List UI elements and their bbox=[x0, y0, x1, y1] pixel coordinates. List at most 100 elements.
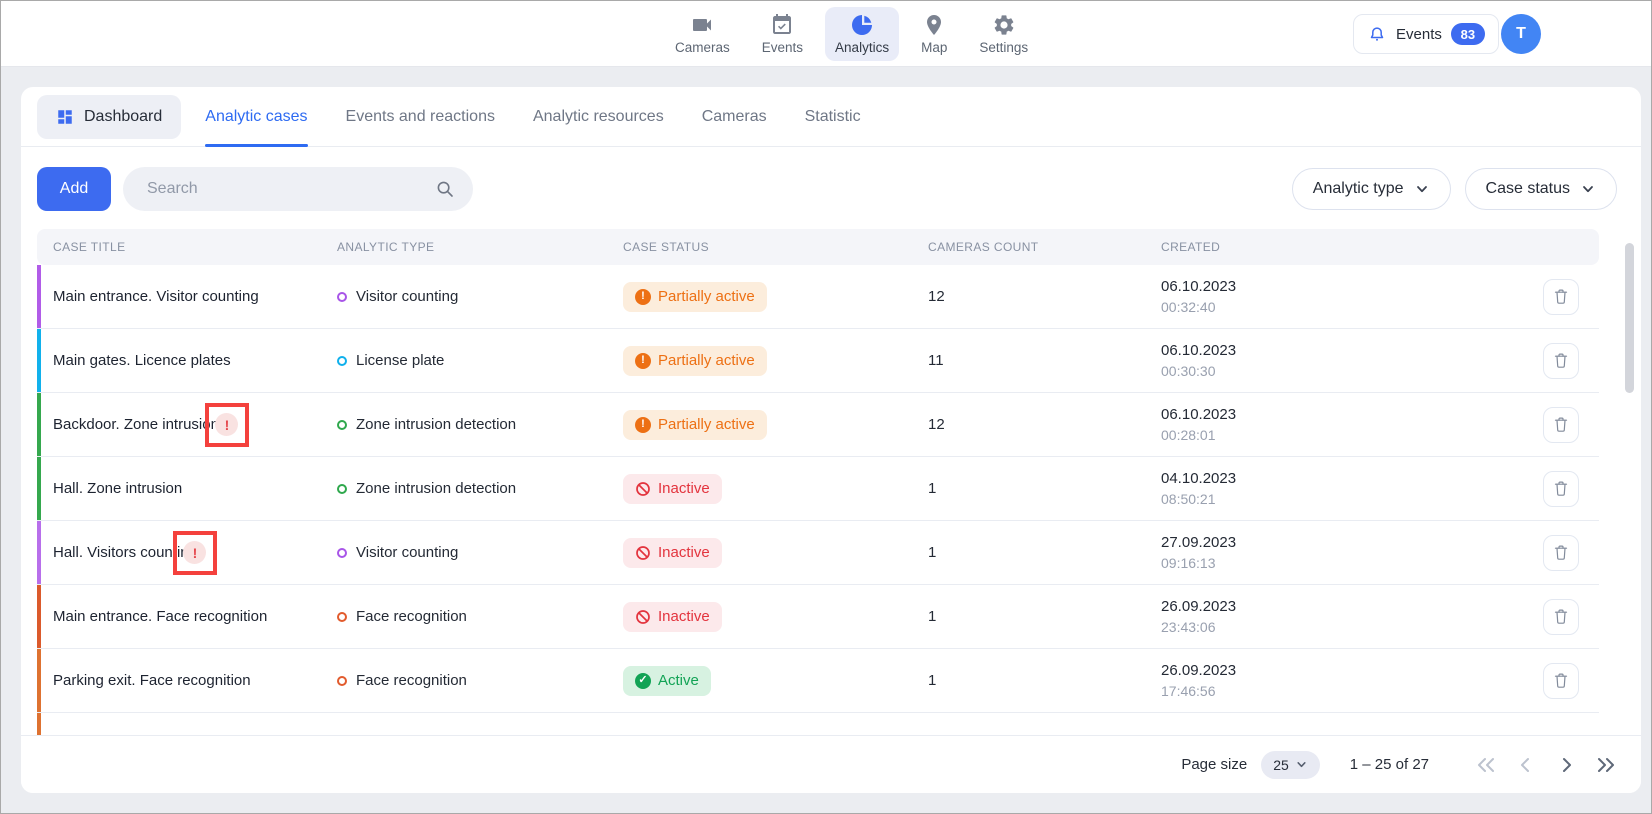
header-cameras-count: CAMERAS COUNT bbox=[904, 240, 1149, 254]
dashboard-grid-icon bbox=[56, 108, 74, 126]
user-avatar[interactable]: T bbox=[1501, 14, 1541, 54]
nav-label: Analytics bbox=[835, 40, 889, 55]
chevron-down-icon bbox=[1295, 758, 1308, 771]
warning-icon: ! bbox=[635, 289, 651, 305]
search-input[interactable] bbox=[123, 167, 473, 211]
delete-button[interactable] bbox=[1543, 535, 1579, 571]
trash-icon bbox=[1553, 672, 1569, 689]
created-date: 26.09.2023 bbox=[1161, 660, 1399, 681]
analytic-type-label: Face recognition bbox=[356, 608, 467, 625]
case-title: Main entrance. Visitor counting bbox=[53, 288, 259, 305]
chevron-down-icon bbox=[1414, 181, 1430, 197]
search-icon[interactable] bbox=[435, 179, 455, 199]
events-count-badge: 83 bbox=[1451, 23, 1485, 45]
tab-cameras[interactable]: Cameras bbox=[702, 87, 767, 147]
cameras-count: 11 bbox=[904, 352, 1149, 369]
trash-icon bbox=[1553, 352, 1569, 369]
analytic-type-dot bbox=[337, 356, 347, 366]
created-date: 27.09.2023 bbox=[1161, 532, 1399, 553]
blocked-icon bbox=[635, 481, 651, 497]
tab-analytic-resources[interactable]: Analytic resources bbox=[533, 87, 664, 147]
delete-button[interactable] bbox=[1543, 599, 1579, 635]
trash-icon bbox=[1553, 416, 1569, 433]
created-time: 09:16:13 bbox=[1161, 553, 1399, 573]
next-page-icon[interactable] bbox=[1555, 754, 1577, 776]
trash-icon bbox=[1553, 288, 1569, 305]
warning-icon: ! bbox=[635, 417, 651, 433]
cameras-count: 1 bbox=[904, 480, 1149, 497]
analytic-type-dot bbox=[337, 484, 347, 494]
nav-label: Cameras bbox=[675, 40, 730, 55]
table-row[interactable]: Parking exit. Face recognition Face reco… bbox=[37, 649, 1599, 713]
nav-item-analytics[interactable]: Analytics bbox=[825, 7, 899, 61]
nav-item-map[interactable]: Map bbox=[911, 7, 957, 61]
warning-icon: ! bbox=[635, 353, 651, 369]
created-time: 00:28:01 bbox=[1161, 425, 1399, 445]
analytic-type-dot bbox=[337, 292, 347, 302]
table-row[interactable]: Hall. Visitors counting ! Visitor counti… bbox=[37, 521, 1599, 585]
delete-button[interactable] bbox=[1543, 663, 1579, 699]
nav-item-settings[interactable]: Settings bbox=[969, 7, 1038, 61]
analytic-type-filter[interactable]: Analytic type bbox=[1292, 168, 1451, 210]
status-label: Partially active bbox=[658, 416, 755, 433]
dashboard-button[interactable]: Dashboard bbox=[37, 95, 181, 139]
case-color-bar bbox=[37, 713, 41, 735]
table-row[interactable]: Backdoor. Zone intrusion ! Zone intrusio… bbox=[37, 393, 1599, 457]
nav-label: Settings bbox=[979, 40, 1028, 55]
delete-button[interactable] bbox=[1543, 407, 1579, 443]
table-row[interactable]: Hall. Zone intrusion Zone intrusion dete… bbox=[37, 457, 1599, 521]
delete-button[interactable] bbox=[1543, 343, 1579, 379]
map-pin-icon bbox=[922, 13, 946, 37]
last-page-icon[interactable] bbox=[1595, 754, 1617, 776]
add-button[interactable]: Add bbox=[37, 167, 111, 211]
first-page-icon[interactable] bbox=[1475, 754, 1497, 776]
tab-analytic-cases[interactable]: Analytic cases bbox=[205, 87, 307, 147]
vertical-scrollbar-thumb[interactable] bbox=[1625, 243, 1634, 393]
tab-events-and-reactions[interactable]: Events and reactions bbox=[346, 87, 495, 147]
blocked-icon bbox=[635, 609, 651, 625]
delete-button[interactable] bbox=[1543, 279, 1579, 315]
created-date: 06.10.2023 bbox=[1161, 340, 1399, 361]
created-date: 04.10.2023 bbox=[1161, 468, 1399, 489]
table-row[interactable]: Main entrance. Face recognition Face rec… bbox=[37, 585, 1599, 649]
content-card: Dashboard Analytic cases Events and reac… bbox=[21, 87, 1641, 793]
case-title: Hall. Zone intrusion bbox=[53, 480, 182, 497]
table-header: CASE TITLE ANALYTIC TYPE CASE STATUS CAM… bbox=[37, 229, 1599, 265]
chevron-down-icon bbox=[1580, 181, 1596, 197]
pie-chart-icon bbox=[850, 13, 874, 37]
case-status-filter[interactable]: Case status bbox=[1465, 168, 1617, 210]
case-status-filter-label: Case status bbox=[1486, 180, 1570, 198]
tab-statistic[interactable]: Statistic bbox=[805, 87, 861, 147]
analytic-type-label: Face recognition bbox=[356, 672, 467, 689]
trash-icon bbox=[1553, 608, 1569, 625]
page-size-label: Page size bbox=[1181, 756, 1247, 773]
nav-label: Events bbox=[762, 40, 803, 55]
calendar-check-icon bbox=[770, 13, 794, 37]
app-window: { "colors": { "accent": "#3D6BF0", "avat… bbox=[0, 0, 1652, 814]
created-time: 17:46:56 bbox=[1161, 681, 1399, 701]
table-row[interactable]: Main gates. Licence plates License plate… bbox=[37, 329, 1599, 393]
table-row-partial[interactable] bbox=[37, 713, 1599, 735]
case-title: Main entrance. Face recognition bbox=[53, 608, 267, 625]
cameras-count: 12 bbox=[904, 288, 1149, 305]
status-badge: Inactive bbox=[623, 602, 722, 632]
status-label: Partially active bbox=[658, 288, 755, 305]
status-label: Inactive bbox=[658, 608, 710, 625]
table-row[interactable]: Main entrance. Visitor counting Visitor … bbox=[37, 265, 1599, 329]
delete-button[interactable] bbox=[1543, 471, 1579, 507]
status-label: Active bbox=[658, 672, 699, 689]
analytic-type-label: License plate bbox=[356, 352, 444, 369]
nav-item-cameras[interactable]: Cameras bbox=[665, 7, 740, 61]
gear-icon bbox=[992, 13, 1016, 37]
status-label: Inactive bbox=[658, 480, 710, 497]
status-badge: Inactive bbox=[623, 538, 722, 568]
error-annotation-box: ! bbox=[173, 531, 217, 575]
header-created: CREATED bbox=[1149, 240, 1399, 254]
error-annotation-box: ! bbox=[205, 403, 249, 447]
prev-page-icon[interactable] bbox=[1515, 754, 1537, 776]
events-notifications-button[interactable]: Events 83 bbox=[1353, 14, 1499, 54]
nav-item-events[interactable]: Events bbox=[752, 7, 813, 61]
page-size-select[interactable]: 25 bbox=[1261, 751, 1320, 779]
header-case-status: CASE STATUS bbox=[623, 240, 904, 254]
cameras-count: 1 bbox=[904, 608, 1149, 625]
